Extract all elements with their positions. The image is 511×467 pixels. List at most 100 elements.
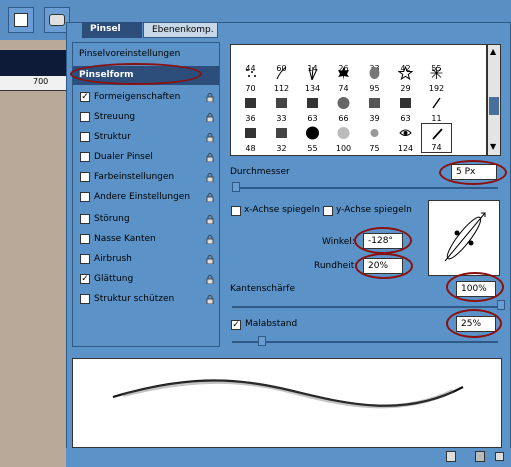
list-item-airbrush[interactable]: Airbrush bbox=[73, 250, 219, 269]
list-item-dualer-pinsel[interactable]: Dualer Pinsel bbox=[73, 148, 219, 167]
angle-roundness-preview[interactable] bbox=[428, 200, 500, 276]
list-item-label: Struktur schützen bbox=[94, 294, 175, 304]
list-item-andere-einstellungen[interactable]: Andere Einstellungen bbox=[73, 188, 219, 207]
brush-tip[interactable]: 63 bbox=[390, 93, 421, 123]
texture-brush-icon bbox=[245, 128, 256, 138]
brush-tip[interactable]: 48 bbox=[235, 123, 266, 153]
list-item-stoerung[interactable]: Störung bbox=[73, 210, 219, 229]
lock-icon[interactable] bbox=[206, 255, 214, 264]
lock-icon[interactable] bbox=[206, 153, 214, 162]
list-item-nasse-kanten[interactable]: Nasse Kanten bbox=[73, 230, 219, 249]
list-item-label: Streuung bbox=[94, 112, 136, 122]
brush-tip[interactable]: 55 bbox=[297, 123, 328, 153]
brush-angle-preview-icon bbox=[444, 212, 486, 262]
scroll-thumb[interactable] bbox=[489, 97, 499, 115]
brush-tip[interactable]: 75 bbox=[359, 123, 390, 153]
lock-icon[interactable] bbox=[206, 113, 214, 122]
checkbox[interactable] bbox=[80, 112, 90, 122]
list-item-label: Störung bbox=[94, 214, 130, 224]
texture-brush-icon bbox=[245, 98, 256, 108]
list-item-struktur[interactable]: Struktur bbox=[73, 128, 219, 147]
list-item-label: Struktur bbox=[94, 132, 131, 142]
flip-y-checkbox[interactable] bbox=[323, 206, 333, 216]
brush-tip[interactable]: 192 bbox=[421, 63, 452, 93]
lock-icon[interactable] bbox=[206, 235, 214, 244]
list-item-formeigenschaften[interactable]: ✓ Formeigenschaften bbox=[73, 88, 219, 107]
lock-icon[interactable] bbox=[206, 193, 214, 202]
star-outline-icon bbox=[398, 66, 413, 80]
hardness-slider-track[interactable] bbox=[232, 306, 498, 308]
resize-grip-icon[interactable] bbox=[495, 452, 504, 461]
hard-round-brush-icon bbox=[306, 126, 319, 140]
brush-size-label: 100 bbox=[335, 144, 352, 153]
brush-tip-selected[interactable]: 74 bbox=[421, 123, 452, 153]
brush-tip[interactable]: 32 bbox=[266, 123, 297, 153]
checkbox[interactable] bbox=[80, 152, 90, 162]
checkbox[interactable] bbox=[80, 132, 90, 142]
diameter-slider-knob[interactable] bbox=[232, 182, 240, 192]
list-item-streuung[interactable]: Streuung bbox=[73, 108, 219, 127]
brush-size-label: 134 bbox=[304, 84, 321, 93]
checkbox[interactable]: ✓ bbox=[80, 274, 90, 284]
brush-tip[interactable]: 63 bbox=[297, 93, 328, 123]
checkbox[interactable]: ✓ bbox=[80, 92, 90, 102]
flip-x-label: x-Achse spiegeln bbox=[244, 205, 321, 215]
brush-tip[interactable]: 112 bbox=[266, 63, 297, 93]
soft-round-brush-icon bbox=[370, 129, 379, 137]
presets-item[interactable]: Pinselvoreinstellungen bbox=[73, 45, 219, 64]
spacing-checkbox[interactable]: ✓ bbox=[231, 320, 241, 330]
hardness-slider-knob[interactable] bbox=[497, 300, 505, 310]
ruler-label: 700 bbox=[33, 77, 49, 86]
brush-size-label: 29 bbox=[400, 84, 411, 93]
brush-grid-scrollbar[interactable]: ▲ ▼ bbox=[487, 44, 501, 156]
tab-ebenenkomp[interactable]: Ebenenkomp. bbox=[143, 22, 218, 38]
brush-tip[interactable]: 100 bbox=[328, 123, 359, 153]
brush-tip[interactable]: 33 bbox=[266, 93, 297, 123]
brush-tip[interactable]: 66 bbox=[328, 93, 359, 123]
annotation-circle bbox=[70, 63, 202, 85]
new-brush-icon[interactable] bbox=[446, 451, 456, 462]
texture-brush-icon bbox=[307, 98, 318, 108]
checkbox[interactable] bbox=[80, 234, 90, 244]
brush-tip[interactable]: 70 bbox=[235, 63, 266, 93]
diameter-slider-track[interactable] bbox=[232, 187, 498, 189]
annotation-circle bbox=[439, 160, 507, 185]
lock-icon[interactable] bbox=[206, 275, 214, 284]
brush-tip[interactable]: 134 bbox=[297, 63, 328, 93]
spacing-slider-track[interactable] bbox=[232, 341, 498, 343]
brush-size-label: 70 bbox=[245, 84, 256, 93]
lock-icon[interactable] bbox=[206, 93, 214, 102]
annotation-circle bbox=[355, 253, 413, 279]
checkbox[interactable] bbox=[80, 192, 90, 202]
checkbox[interactable] bbox=[80, 172, 90, 182]
annotation-circle bbox=[354, 227, 412, 254]
brush-tip[interactable]: 74 bbox=[328, 63, 359, 93]
flip-x-checkbox[interactable] bbox=[231, 206, 241, 216]
brush-tip[interactable]: 124 bbox=[390, 123, 421, 153]
list-item-struktur-schuetzen[interactable]: Struktur schützen bbox=[73, 290, 219, 309]
document-canvas[interactable] bbox=[0, 40, 66, 467]
palette-icon bbox=[14, 13, 28, 27]
brush-tip[interactable]: 39 bbox=[359, 93, 390, 123]
checkbox[interactable] bbox=[80, 254, 90, 264]
spacing-slider-knob[interactable] bbox=[258, 336, 266, 346]
brush-tip[interactable]: 11 bbox=[421, 93, 452, 123]
brush-size-label: 36 bbox=[245, 114, 256, 123]
palette-toggle-button[interactable] bbox=[8, 7, 34, 33]
trash-icon[interactable] bbox=[475, 451, 485, 462]
checkbox[interactable] bbox=[80, 294, 90, 304]
list-item-glaettung[interactable]: ✓ Glättung bbox=[73, 270, 219, 289]
brush-tip[interactable]: 36 bbox=[235, 93, 266, 123]
texture-brush-icon bbox=[276, 98, 287, 108]
brush-tip[interactable]: 29 bbox=[390, 63, 421, 93]
brush-tip[interactable]: 95 bbox=[359, 63, 390, 93]
lock-icon[interactable] bbox=[206, 215, 214, 224]
lock-icon[interactable] bbox=[206, 295, 214, 304]
scroll-up-icon[interactable]: ▲ bbox=[490, 47, 496, 56]
lock-icon[interactable] bbox=[206, 133, 214, 142]
checkbox[interactable] bbox=[80, 214, 90, 224]
lock-icon[interactable] bbox=[206, 173, 214, 182]
scroll-down-icon[interactable]: ▼ bbox=[490, 142, 496, 151]
list-item-farbeinstellungen[interactable]: Farbeinstellungen bbox=[73, 168, 219, 187]
tab-pinsel[interactable]: Pinsel bbox=[82, 22, 142, 38]
